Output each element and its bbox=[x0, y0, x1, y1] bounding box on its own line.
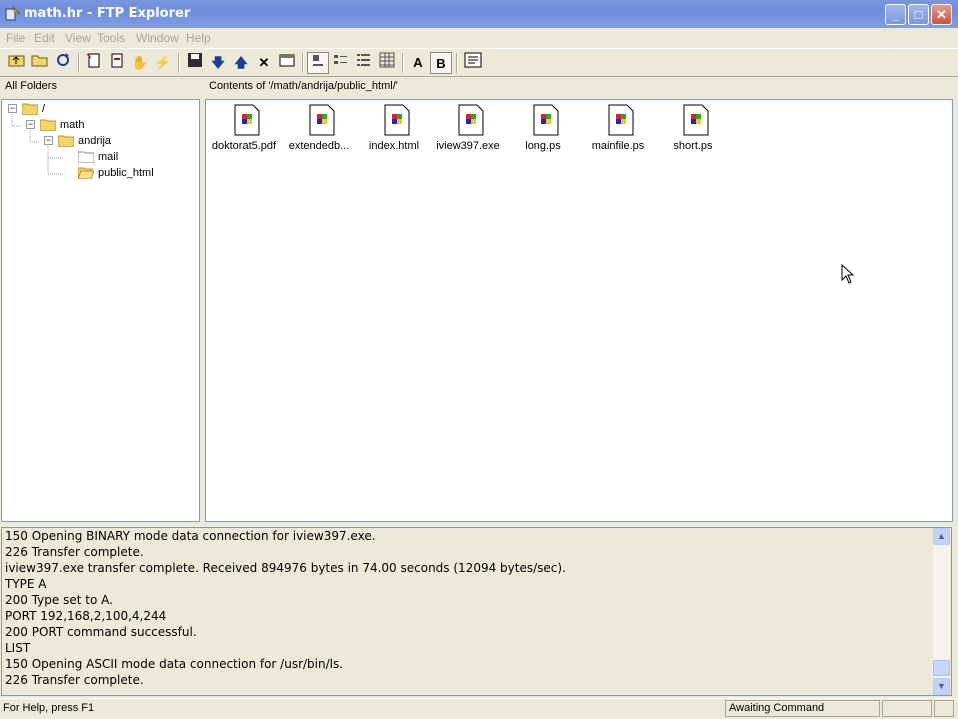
all-folders-header: All Folders bbox=[1, 78, 200, 97]
open-folder-icon[interactable] bbox=[29, 52, 51, 74]
menu-file[interactable]: File bbox=[6, 31, 25, 45]
file-icon bbox=[309, 104, 335, 136]
file-name: extendedb... bbox=[288, 140, 350, 152]
collapse-icon[interactable]: − bbox=[8, 104, 17, 113]
tree-item-label: public_html bbox=[98, 167, 154, 179]
log-line: iview397.exe transfer complete. Received… bbox=[5, 561, 566, 575]
tree-item-root[interactable]: − / bbox=[8, 101, 198, 117]
log-line: 150 Opening BINARY mode data connection … bbox=[5, 529, 376, 543]
status-state: Awaiting Command bbox=[725, 700, 880, 717]
file-icon bbox=[683, 104, 709, 136]
folder-icon bbox=[40, 119, 56, 131]
folder-icon bbox=[22, 103, 38, 115]
contents-header: Contents of '/math/andrija/public_html/' bbox=[205, 78, 953, 97]
menu-view[interactable]: View bbox=[65, 31, 91, 45]
scroll-down-icon[interactable]: ▼ bbox=[933, 678, 950, 695]
tree-item-label: andrija bbox=[78, 135, 112, 147]
file-item[interactable]: extendedb... bbox=[283, 104, 355, 156]
scroll-thumb[interactable] bbox=[933, 660, 950, 676]
file-item[interactable]: long.ps bbox=[507, 104, 579, 156]
log-line: 150 Opening ASCII mode data connection f… bbox=[5, 657, 344, 671]
file-item[interactable]: mainfile.ps bbox=[582, 104, 654, 156]
tree-item-public-html[interactable]: public_html bbox=[64, 165, 194, 181]
file-list: doktorat5.pdf extendedb... index.html iv… bbox=[205, 99, 953, 522]
file-name: iview397.exe bbox=[436, 140, 500, 152]
details-view-icon[interactable] bbox=[376, 52, 398, 74]
title-bar[interactable]: math.hr - FTP Explorer _ □ ✕ bbox=[0, 0, 958, 28]
upload-icon[interactable]: 🡅 bbox=[230, 52, 252, 74]
menu-help[interactable]: Help bbox=[186, 31, 211, 45]
download-icon[interactable]: 🡇 bbox=[207, 52, 229, 74]
file-name: doktorat5.pdf bbox=[211, 140, 277, 152]
minimize-button[interactable]: _ bbox=[885, 4, 906, 25]
hand-icon[interactable]: ✋ bbox=[129, 52, 151, 74]
binary-mode-button[interactable]: B bbox=[430, 52, 452, 74]
tree-item-math[interactable]: − math bbox=[26, 117, 196, 133]
ftp-explorer-window: math.hr - FTP Explorer _ □ ✕ File Edit V… bbox=[0, 0, 958, 719]
log-line: PORT 192,168,2,100,4,244 bbox=[5, 609, 167, 623]
file-icon bbox=[458, 104, 484, 136]
maximize-button[interactable]: □ bbox=[908, 4, 929, 25]
log-line: LIST bbox=[5, 641, 31, 655]
file-icon bbox=[608, 104, 634, 136]
menu-bar: File Edit View Tools Window Help bbox=[0, 28, 958, 48]
app-icon bbox=[5, 6, 20, 21]
tree-item-label: / bbox=[42, 103, 46, 115]
delete-item-icon[interactable] bbox=[106, 52, 128, 74]
file-name: mainfile.ps bbox=[591, 140, 645, 152]
file-icon bbox=[384, 104, 410, 136]
collapse-icon[interactable]: − bbox=[26, 120, 35, 129]
folder-icon bbox=[78, 151, 94, 163]
open-folder-icon bbox=[78, 167, 94, 179]
list-view-icon[interactable] bbox=[353, 52, 375, 74]
file-icon bbox=[234, 104, 260, 136]
scroll-up-icon[interactable]: ▲ bbox=[933, 528, 950, 545]
up-folder-icon[interactable] bbox=[6, 52, 28, 74]
mouse-cursor-icon bbox=[841, 264, 855, 284]
file-name: long.ps bbox=[525, 140, 561, 152]
log-icon[interactable] bbox=[462, 52, 484, 74]
delete-icon[interactable]: ✕ bbox=[253, 52, 275, 74]
menu-tools[interactable]: Tools bbox=[97, 31, 125, 45]
status-help: For Help, press F1 bbox=[3, 702, 95, 714]
file-name: index.html bbox=[368, 140, 420, 152]
status-panel-empty bbox=[934, 700, 954, 717]
refresh-icon[interactable] bbox=[52, 52, 74, 74]
properties-icon[interactable] bbox=[276, 52, 298, 74]
ascii-mode-button[interactable]: A bbox=[407, 52, 429, 74]
tree-item-mail[interactable]: mail bbox=[64, 149, 194, 165]
new-item-icon[interactable] bbox=[83, 52, 105, 74]
tree-item-label: math bbox=[60, 119, 85, 131]
lightning-icon[interactable]: ⚡ bbox=[152, 52, 174, 74]
file-item[interactable]: doktorat5.pdf bbox=[208, 104, 280, 156]
save-icon[interactable] bbox=[184, 52, 206, 74]
file-icon bbox=[533, 104, 559, 136]
folder-tree: − / − math − andrija mail public_html bbox=[1, 99, 200, 522]
menu-edit[interactable]: Edit bbox=[34, 31, 55, 45]
log-line: 226 Transfer complete. bbox=[5, 545, 144, 559]
log-line: 200 PORT command successful. bbox=[5, 625, 197, 639]
toolbar: ✋ ⚡ 🡇 🡅 ✕ A B bbox=[0, 48, 958, 77]
log-line: 226 Transfer complete. bbox=[5, 673, 144, 687]
small-icons-view-icon[interactable] bbox=[330, 52, 352, 74]
file-item[interactable]: index.html bbox=[358, 104, 430, 156]
large-icons-view-icon[interactable] bbox=[307, 52, 329, 74]
status-panel-empty bbox=[882, 700, 932, 717]
ftp-log[interactable]: 150 Opening BINARY mode data connection … bbox=[1, 527, 952, 696]
status-bar: For Help, press F1 Awaiting Command bbox=[0, 698, 958, 719]
file-name: short.ps bbox=[673, 140, 713, 152]
menu-window[interactable]: Window bbox=[136, 31, 179, 45]
file-item[interactable]: iview397.exe bbox=[432, 104, 504, 156]
window-title: math.hr - FTP Explorer bbox=[24, 6, 191, 21]
tree-item-andrija[interactable]: − andrija bbox=[44, 133, 194, 149]
log-line: TYPE A bbox=[5, 577, 47, 591]
collapse-icon[interactable]: − bbox=[44, 136, 53, 145]
log-scrollbar[interactable]: ▲ ▼ bbox=[933, 528, 950, 695]
tree-item-label: mail bbox=[98, 151, 119, 163]
log-line: 200 Type set to A. bbox=[5, 593, 113, 607]
file-item[interactable]: short.ps bbox=[657, 104, 729, 156]
folder-icon bbox=[58, 135, 74, 147]
close-button[interactable]: ✕ bbox=[931, 4, 952, 25]
